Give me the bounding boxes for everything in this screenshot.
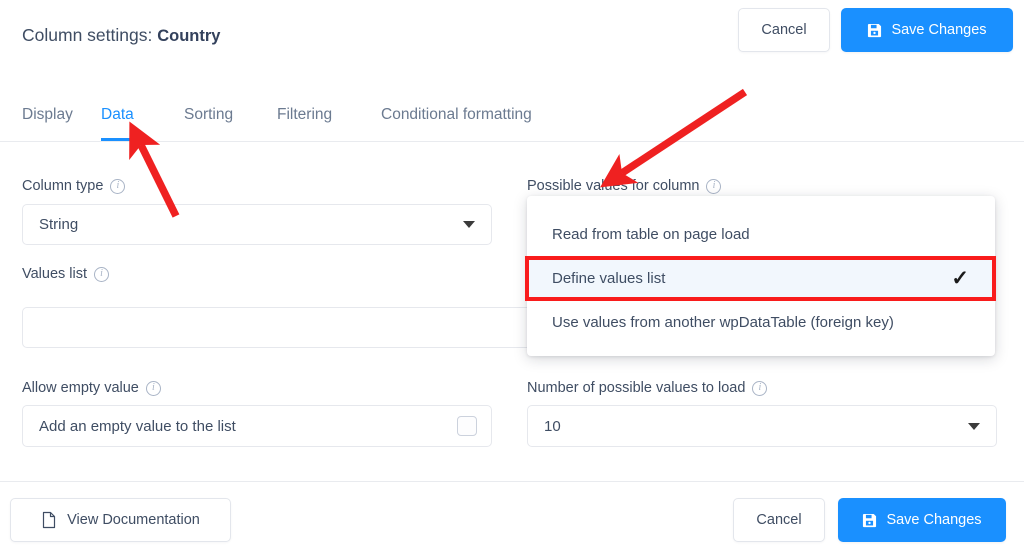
footer-save-changes-button[interactable]: Save Changes <box>838 498 1006 542</box>
tab-filtering-label: Filtering <box>277 106 333 123</box>
column-type-select[interactable]: String <box>22 204 492 245</box>
number-of-values-label-text: Number of possible values to load <box>527 380 746 396</box>
tab-sorting[interactable]: Sorting <box>184 95 233 141</box>
footer-cancel-label: Cancel <box>756 512 802 528</box>
info-icon[interactable]: i <box>145 380 161 396</box>
allow-empty-value-option-label: Add an empty value to the list <box>39 417 236 435</box>
page-title: Column settings: Country <box>22 25 220 46</box>
possible-values-label-text: Possible values for column <box>527 178 700 194</box>
number-of-values-select[interactable]: 10 <box>527 405 997 447</box>
values-list-label: Values list i <box>22 266 110 282</box>
tab-filtering[interactable]: Filtering <box>277 95 332 141</box>
dropdown-option-label: Define values list <box>552 269 666 287</box>
allow-empty-value-checkbox[interactable] <box>457 416 477 436</box>
floppy-disk-icon <box>867 23 882 38</box>
view-documentation-label: View Documentation <box>67 512 200 528</box>
dropdown-option-define-values-list[interactable]: Define values list ✓ <box>527 256 995 300</box>
dropdown-option-foreign-key[interactable]: Use values from another wpDataTable (for… <box>527 300 995 344</box>
allow-empty-value-label: Allow empty value i <box>22 380 161 396</box>
allow-empty-value-row[interactable]: Add an empty value to the list <box>22 405 492 447</box>
tab-data[interactable]: Data <box>101 95 134 141</box>
column-type-label-text: Column type <box>22 178 104 194</box>
tab-display[interactable]: Display <box>22 95 73 141</box>
tab-conditional-formatting-label: Conditional formatting <box>381 106 532 123</box>
view-documentation-button[interactable]: View Documentation <box>10 498 231 542</box>
chevron-down-icon <box>968 422 980 430</box>
footer-cancel-button[interactable]: Cancel <box>733 498 825 542</box>
possible-values-dropdown-menu: Read from table on page load Define valu… <box>527 196 995 356</box>
allow-empty-value-label-text: Allow empty value <box>22 380 139 396</box>
document-icon <box>41 511 57 529</box>
number-of-values-label: Number of possible values to load i <box>527 380 768 396</box>
footer-save-label: Save Changes <box>886 512 982 528</box>
dropdown-option-label: Use values from another wpDataTable (for… <box>552 313 894 331</box>
info-icon[interactable]: i <box>752 380 768 396</box>
info-icon[interactable]: i <box>706 178 722 194</box>
number-of-values-value: 10 <box>544 417 561 435</box>
header-save-changes-button[interactable]: Save Changes <box>841 8 1013 52</box>
chevron-down-icon <box>463 221 475 228</box>
dialog-footer: View Documentation Cancel Save Changes <box>0 481 1024 554</box>
info-icon[interactable]: i <box>94 266 110 282</box>
header-save-label: Save Changes <box>891 22 987 38</box>
tab-sorting-label: Sorting <box>184 106 234 123</box>
values-list-label-text: Values list <box>22 266 88 282</box>
dropdown-option-read-from-table[interactable]: Read from table on page load <box>527 212 995 256</box>
column-type-label: Column type i <box>22 178 126 194</box>
settings-tabs: Display Data Sorting Filtering Condition… <box>0 95 1024 142</box>
page-title-prefix: Column settings: <box>22 25 153 45</box>
floppy-disk-icon <box>862 513 877 528</box>
header-cancel-label: Cancel <box>761 22 807 38</box>
dropdown-option-label: Read from table on page load <box>552 225 750 243</box>
dialog-header: Column settings: Country Cancel Save Cha… <box>0 0 1024 61</box>
tab-data-label: Data <box>101 106 134 123</box>
checkmark-icon: ✓ <box>951 266 969 290</box>
column-type-value: String <box>39 216 79 233</box>
tab-display-label: Display <box>22 106 73 123</box>
tab-conditional-formatting[interactable]: Conditional formatting <box>381 95 532 141</box>
header-cancel-button[interactable]: Cancel <box>738 8 830 52</box>
info-icon[interactable]: i <box>110 178 126 194</box>
page-title-column-name: Country <box>157 27 221 45</box>
possible-values-for-column-label: Possible values for column i <box>527 178 722 194</box>
